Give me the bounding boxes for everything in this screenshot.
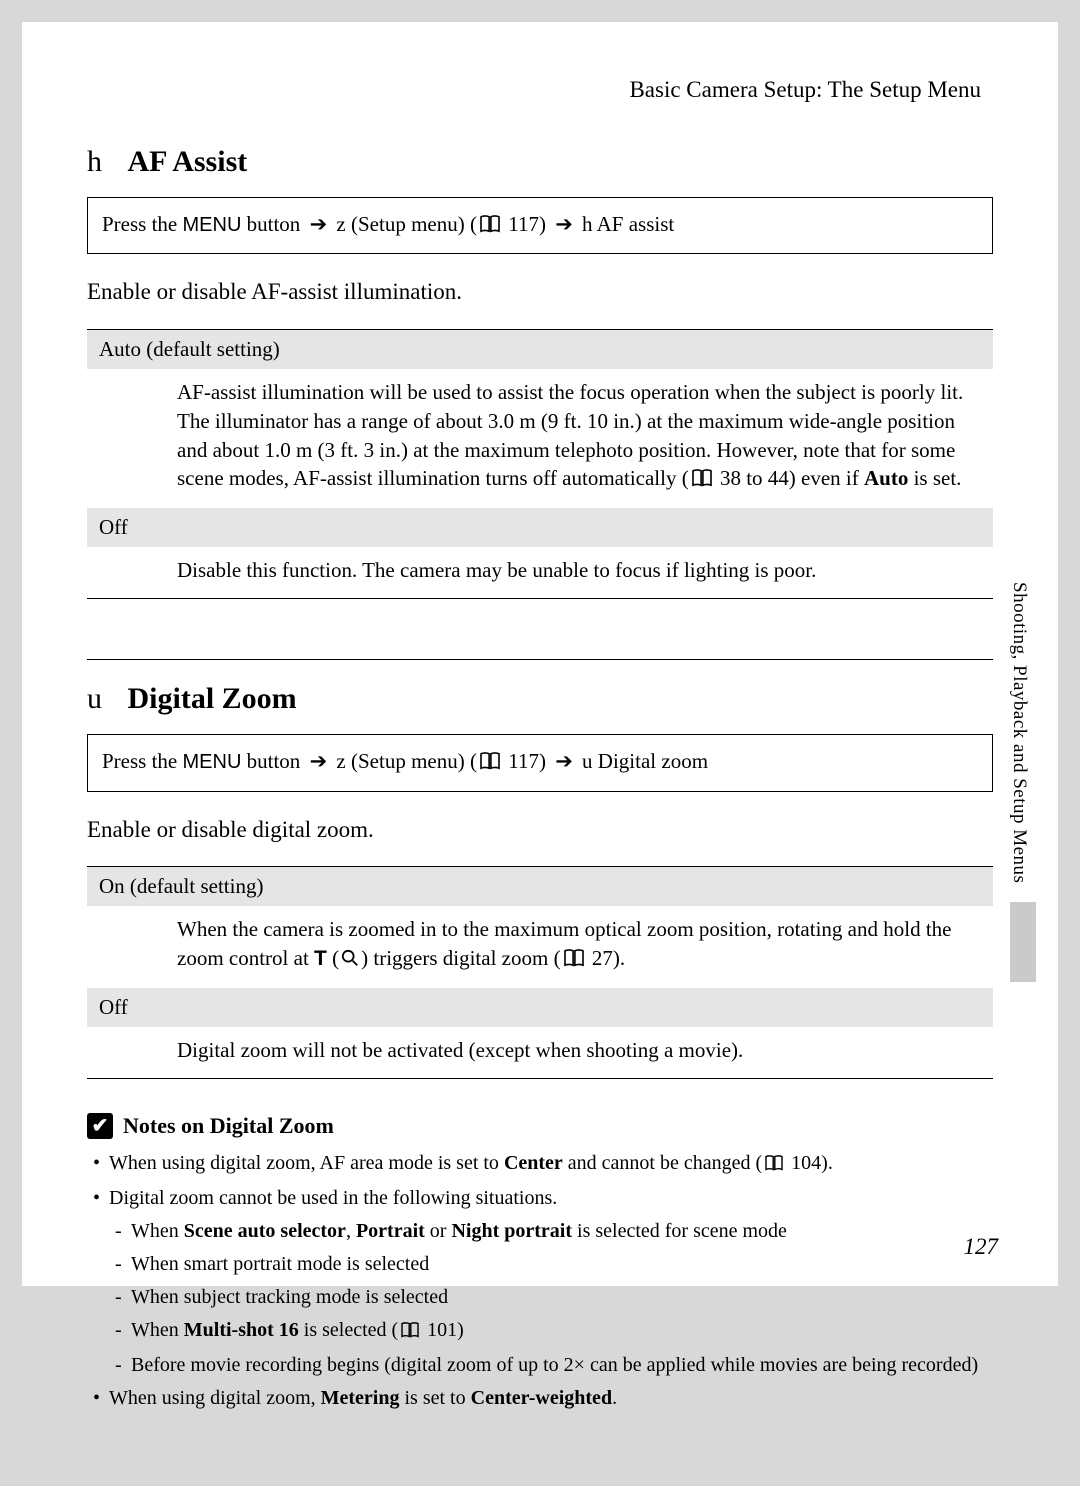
option-label: Off [87, 988, 993, 1028]
list-item: When Multi-shot 16 is selected ( 101) [109, 1316, 993, 1347]
list-item: Before movie recording begins (digital z… [109, 1351, 993, 1380]
option-label: Off [87, 508, 993, 548]
option-description: Disable this function. The camera may be… [87, 548, 993, 598]
option-description: When the camera is zoomed in to the maxi… [87, 907, 993, 988]
digital-zoom-heading: u Digital Zoom [87, 682, 993, 716]
list-item: When smart portrait mode is selected [109, 1250, 993, 1279]
list-item: When Scene auto selector, Portrait or Ni… [109, 1217, 993, 1246]
list-item: When using digital zoom, Metering is set… [87, 1384, 993, 1413]
list-item: When subject tracking mode is selected [109, 1283, 993, 1312]
notes-sublist: When Scene auto selector, Portrait or Ni… [109, 1217, 993, 1380]
table-row: On (default setting) When the camera is … [87, 867, 993, 988]
book-icon [479, 749, 501, 778]
book-icon [479, 212, 501, 241]
magnify-icon [341, 946, 359, 975]
list-item: When using digital zoom, AF area mode is… [87, 1149, 993, 1180]
option-description: Digital zoom will not be activated (exce… [87, 1028, 993, 1078]
af-assist-intro: Enable or disable AF-assist illumination… [87, 276, 993, 308]
book-icon [563, 946, 585, 975]
arrow-icon: ➔ [555, 750, 573, 773]
notes-list: When using digital zoom, AF area mode is… [87, 1149, 993, 1413]
af-assist-prefix: h [87, 145, 102, 178]
side-tab-marker [1010, 902, 1036, 982]
page-header: Basic Camera Setup: The Setup Menu [87, 77, 993, 103]
option-label: Auto (default setting) [87, 330, 993, 370]
manual-page: Basic Camera Setup: The Setup Menu h AF … [22, 22, 1058, 1286]
af-assist-nav-path: Press the MENU button ➔ z (Setup menu) (… [87, 197, 993, 254]
menu-button-label: MENU [183, 214, 242, 236]
check-badge-icon: ✔ [87, 1113, 113, 1139]
side-chapter-label: Shooting, Playback and Setup Menus [1008, 582, 1030, 883]
section-divider [87, 659, 993, 660]
notes-heading: ✔ Notes on Digital Zoom [87, 1113, 993, 1139]
arrow-icon: ➔ [310, 213, 328, 236]
notes-section: ✔ Notes on Digital Zoom When using digit… [87, 1113, 993, 1413]
menu-button-label: MENU [183, 751, 242, 773]
book-icon [764, 1151, 784, 1180]
arrow-icon: ➔ [555, 213, 573, 236]
digital-zoom-title: Digital Zoom [128, 682, 297, 715]
option-label: On (default setting) [87, 867, 993, 907]
af-assist-title: AF Assist [128, 145, 248, 178]
af-assist-options-table: Auto (default setting) AF-assist illumin… [87, 329, 993, 600]
af-assist-heading: h AF Assist [87, 145, 993, 179]
option-description: AF-assist illumination will be used to a… [87, 370, 993, 509]
book-icon [691, 466, 713, 495]
table-row: Off Digital zoom will not be activated (… [87, 988, 993, 1078]
arrow-icon: ➔ [310, 750, 328, 773]
list-item: Digital zoom cannot be used in the follo… [87, 1184, 993, 1380]
digital-zoom-prefix: u [87, 682, 102, 715]
table-row: Off Disable this function. The camera ma… [87, 508, 993, 598]
table-row: Auto (default setting) AF-assist illumin… [87, 330, 993, 509]
page-number: 127 [964, 1234, 999, 1260]
book-icon [400, 1318, 420, 1347]
digital-zoom-options-table: On (default setting) When the camera is … [87, 866, 993, 1079]
digital-zoom-intro: Enable or disable digital zoom. [87, 814, 993, 846]
digital-zoom-nav-path: Press the MENU button ➔ z (Setup menu) (… [87, 734, 993, 791]
